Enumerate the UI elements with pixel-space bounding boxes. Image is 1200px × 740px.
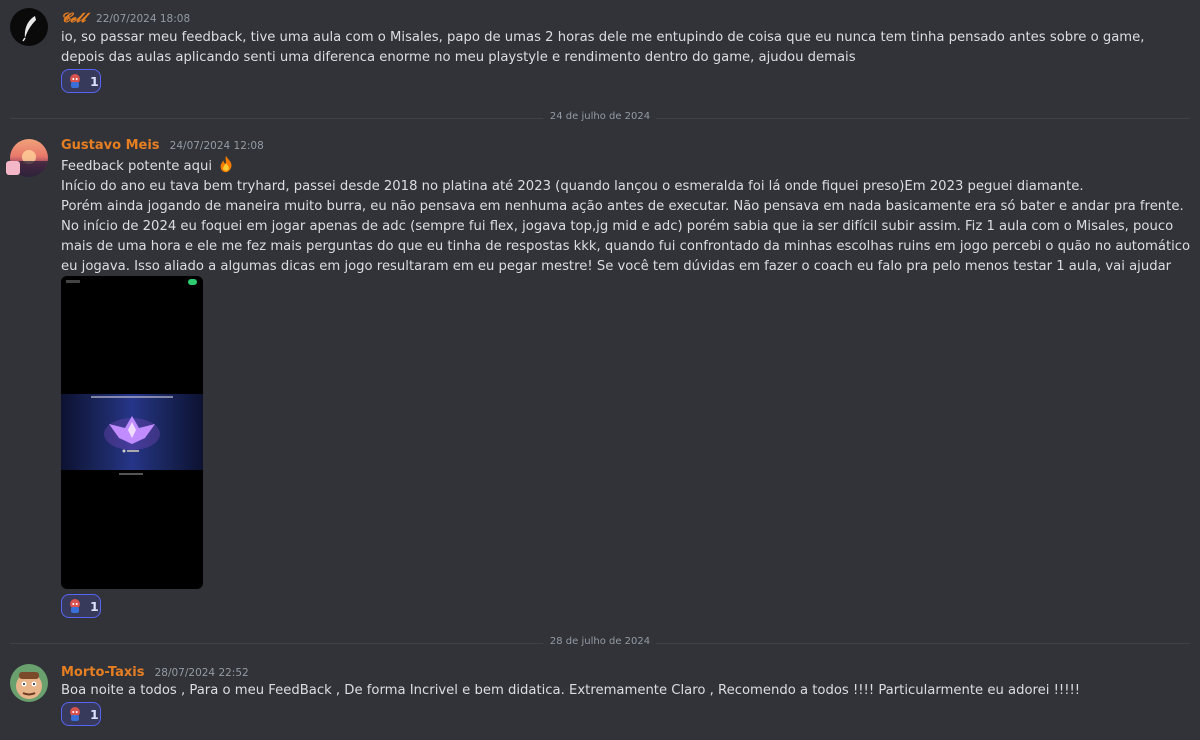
character-emoji-icon [70,707,80,721]
avatar-cell[interactable] [10,8,48,46]
cartoon-face-avatar-icon [16,672,42,699]
username[interactable]: 𝓒𝓮𝓵𝓵 [61,11,86,26]
message-morto-taxis: Morto-Taxis 28/07/2024 22:52 Boa noite a… [0,655,1200,740]
timestamp: 22/07/2024 18:08 [96,13,191,25]
avatar-morto-taxis[interactable] [10,664,48,702]
message-content: Feedback potente aqui Início do ano eu t… [61,155,1191,297]
image-attachment[interactable] [61,276,203,589]
message-content: Boa noite a todos , Para o meu FeedBack … [61,681,1191,701]
fire-emoji-icon [220,155,232,173]
message-text: Boa noite a todos , Para o meu FeedBack … [61,683,1081,698]
reaction-button[interactable]: 1 [61,594,101,618]
message-first-line: Feedback potente aqui [61,155,1191,177]
date-divider-label: 28 de julho de 2024 [543,636,657,647]
character-emoji-icon [70,74,80,88]
timestamp: 24/07/2024 12:08 [169,140,264,152]
username[interactable]: Gustavo Meis [61,138,160,153]
reaction-count: 1 [90,706,99,722]
date-divider: 24 de julho de 2024 [10,111,1190,125]
reaction-count: 1 [90,598,99,614]
character-emoji-icon [70,599,80,613]
game-banner [61,394,203,470]
reaction-button[interactable]: 1 [61,69,101,93]
username[interactable]: Morto-Taxis [61,665,144,680]
reaction-count: 1 [90,73,99,89]
message-text: Porém ainda jogando de maneira muito bur… [61,199,1191,294]
message-content: io, so passar meu feedback, tive uma aul… [61,28,1191,68]
reaction-button[interactable]: 1 [61,702,101,726]
date-divider: 28 de julho de 2024 [10,636,1190,650]
badge-icon [6,161,20,175]
timestamp: 28/07/2024 22:52 [154,667,249,679]
feather-icon [22,16,36,42]
message-cell: 𝓒𝓮𝓵𝓵 22/07/2024 18:08 io, so passar meu … [0,0,1200,100]
message-text: Início do ano eu tava bem tryhard, passe… [61,179,1084,194]
message-text: io, so passar meu feedback, tive uma aul… [61,30,1145,65]
master-rank-emblem-icon [104,416,160,453]
message-text: Feedback potente aqui [61,159,213,174]
status-bar [61,276,203,288]
date-divider-label: 24 de julho de 2024 [543,111,657,122]
